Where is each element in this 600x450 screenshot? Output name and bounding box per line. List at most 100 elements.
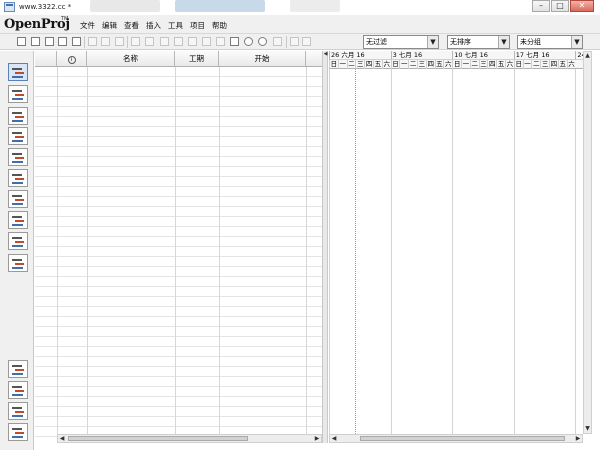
rbs-view-button[interactable] <box>8 127 28 145</box>
day-label: 三 <box>355 60 364 69</box>
paste-icon[interactable] <box>115 37 124 46</box>
menu-item-6[interactable]: 帮助 <box>212 20 227 31</box>
task-usage-detail-view-button[interactable] <box>8 402 28 420</box>
day-label: 三 <box>540 60 549 69</box>
resource-usage-view-icon <box>12 182 23 184</box>
group-select[interactable]: 未分组 ▼ <box>517 35 583 49</box>
column-divider <box>87 67 88 443</box>
scroll-up-icon[interactable]: ▲ <box>584 52 591 60</box>
scroll-left-icon[interactable]: ◀ <box>58 435 66 442</box>
day-label: 日 <box>513 60 522 69</box>
week-gridline <box>513 69 515 434</box>
scroll-thumb[interactable] <box>360 436 565 441</box>
filter-icon[interactable] <box>273 37 282 46</box>
gantt-vertical-scrollbar[interactable]: ▲ ▼ <box>583 51 592 434</box>
task-usage-view-button[interactable] <box>8 148 28 166</box>
menu-bar: OpenProj TM 文件 编辑 查看 插入 工具 项目 帮助 <box>0 15 600 34</box>
week-label: 17 七月 16 <box>513 51 576 60</box>
copy-icon[interactable] <box>101 37 110 46</box>
resource-usage-view-icon <box>12 174 22 176</box>
print-preview-icon[interactable] <box>72 37 81 46</box>
menu-item-4[interactable]: 工具 <box>168 20 183 31</box>
column-header-start[interactable]: 开始 <box>219 51 306 67</box>
new-icon[interactable] <box>17 37 26 46</box>
scroll-left-icon[interactable] <box>290 37 299 46</box>
task-usage-view-icon <box>12 153 22 155</box>
resource-usage-detail-view-button[interactable] <box>8 423 28 441</box>
network-view-button[interactable] <box>8 85 28 103</box>
cut-icon[interactable] <box>88 37 97 46</box>
menu-item-3[interactable]: 插入 <box>146 20 161 31</box>
minimize-button[interactable]: – <box>532 0 550 12</box>
scroll-left-icon[interactable]: ◀ <box>330 435 338 442</box>
resource-icon[interactable] <box>216 37 225 46</box>
gantt-body[interactable] <box>329 69 583 434</box>
gantt-horizontal-scrollbar[interactable]: ◀ ▶ <box>329 434 583 443</box>
background-blur <box>290 0 340 12</box>
collapse-left-icon[interactable]: ◀ <box>323 52 328 57</box>
outdent-icon[interactable] <box>202 37 211 46</box>
menu-item-1[interactable]: 编辑 <box>102 20 117 31</box>
openproj-logo: OpenProj <box>4 17 70 32</box>
scroll-thumb[interactable] <box>68 436 248 441</box>
charts-view-icon <box>12 394 23 396</box>
scroll-down-icon[interactable]: ▼ <box>584 425 591 433</box>
histogram-view-button[interactable] <box>8 360 28 378</box>
histogram-view-icon <box>15 369 24 371</box>
info-column-header[interactable]: i <box>57 51 87 67</box>
table-horizontal-scrollbar[interactable]: ◀ ▶ <box>57 434 322 443</box>
calendar-icon[interactable] <box>230 37 239 46</box>
unlink-icon[interactable] <box>174 37 183 46</box>
task-usage-detail-view-icon <box>12 415 23 417</box>
redo-icon[interactable] <box>145 37 154 46</box>
project-view-icon <box>12 195 22 197</box>
pane-splitter[interactable]: ◀ <box>322 51 328 443</box>
gantt-chart[interactable]: 26 六月 16 日一二三四五六 3 七月 16 日一二三四五六 10 七月 16 日一二… <box>329 51 583 434</box>
gantt-view-button[interactable] <box>8 63 28 81</box>
save-icon[interactable] <box>45 37 54 46</box>
scroll-right-icon[interactable] <box>302 37 311 46</box>
day-label: 五 <box>496 60 505 69</box>
wbs-view-button[interactable] <box>8 107 28 125</box>
menu-item-2[interactable]: 查看 <box>124 20 139 31</box>
resource-usage-view-icon <box>15 178 24 180</box>
menu-item-5[interactable]: 项目 <box>190 20 205 31</box>
open-icon[interactable] <box>31 37 40 46</box>
menu-item-0[interactable]: 文件 <box>80 20 95 31</box>
network-view-icon <box>12 98 23 100</box>
zoom-out-icon[interactable] <box>258 37 267 46</box>
rbs-view-icon <box>12 132 22 134</box>
sort-select[interactable]: 无排序 ▼ <box>447 35 510 49</box>
link-icon[interactable] <box>160 37 169 46</box>
project-view-button[interactable] <box>8 190 28 208</box>
undo-icon[interactable] <box>131 37 140 46</box>
chevron-down-icon: ▼ <box>498 36 509 48</box>
resource-usage-view-button[interactable] <box>8 169 28 187</box>
toolbar: 无过滤 ▼ 无排序 ▼ 未分组 ▼ <box>0 34 600 50</box>
scroll-right-icon[interactable]: ▶ <box>313 435 321 442</box>
close-button[interactable]: ✕ <box>570 0 594 12</box>
task-details-view-button[interactable] <box>8 232 28 250</box>
chevron-down-icon: ▼ <box>571 36 582 48</box>
resource-usage-detail-view-icon <box>12 436 23 438</box>
day-label: 一 <box>337 60 346 69</box>
maximize-button[interactable]: □ <box>551 0 569 12</box>
zoom-in-icon[interactable] <box>244 37 253 46</box>
column-divider <box>219 67 220 443</box>
task-table[interactable]: i 名称 工期 开始 <box>35 51 322 443</box>
window-title: www.3322.cc * <box>19 3 72 11</box>
column-header-duration[interactable]: 工期 <box>175 51 219 67</box>
wbs-view-icon <box>12 120 23 122</box>
day-label: 一 <box>522 60 531 69</box>
report-view-button[interactable] <box>8 254 28 272</box>
report-view-icon <box>12 259 22 261</box>
indent-icon[interactable] <box>188 37 197 46</box>
scroll-right-icon[interactable]: ▶ <box>574 435 582 442</box>
print-icon[interactable] <box>58 37 67 46</box>
view-bar <box>0 51 34 450</box>
charts-view-button[interactable] <box>8 381 28 399</box>
toolbar-separator <box>286 36 287 48</box>
column-header-name[interactable]: 名称 <box>87 51 175 67</box>
resource-view-button[interactable] <box>8 211 28 229</box>
filter-select[interactable]: 无过滤 ▼ <box>363 35 439 49</box>
